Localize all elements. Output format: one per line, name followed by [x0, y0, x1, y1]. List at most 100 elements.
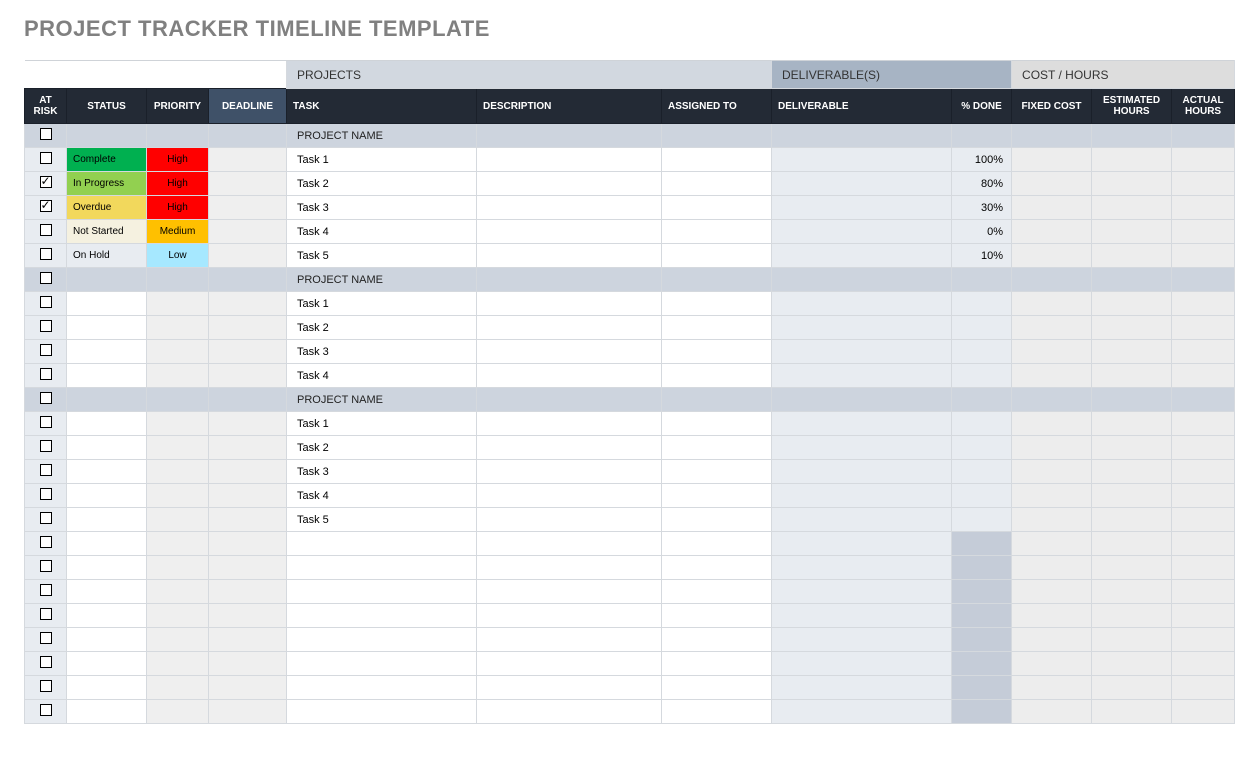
- assigned-cell[interactable]: [662, 508, 772, 532]
- fixed-cost-cell[interactable]: [1012, 436, 1092, 460]
- risk-checkbox[interactable]: [25, 196, 67, 220]
- act-hours-cell[interactable]: [1172, 436, 1235, 460]
- est-hours-cell[interactable]: [1092, 148, 1172, 172]
- status-cell[interactable]: [67, 604, 147, 628]
- description-cell[interactable]: [477, 700, 662, 724]
- deadline-cell[interactable]: [209, 556, 287, 580]
- risk-checkbox[interactable]: [25, 268, 67, 292]
- task-cell[interactable]: Task 2: [287, 316, 477, 340]
- deadline-cell[interactable]: [209, 604, 287, 628]
- risk-checkbox[interactable]: [25, 580, 67, 604]
- deliverable-cell[interactable]: [772, 244, 952, 268]
- deliverable-cell[interactable]: [772, 196, 952, 220]
- done-cell[interactable]: [952, 292, 1012, 316]
- task-cell[interactable]: Task 4: [287, 220, 477, 244]
- task-cell[interactable]: Task 2: [287, 436, 477, 460]
- done-cell[interactable]: [952, 484, 1012, 508]
- deadline-cell[interactable]: [209, 676, 287, 700]
- done-cell[interactable]: 0%: [952, 220, 1012, 244]
- est-hours-cell[interactable]: [1092, 700, 1172, 724]
- deliverable-cell[interactable]: [772, 292, 952, 316]
- deliverable-cell[interactable]: [772, 580, 952, 604]
- description-cell[interactable]: [477, 244, 662, 268]
- risk-checkbox[interactable]: [25, 652, 67, 676]
- deliverable-cell[interactable]: [772, 172, 952, 196]
- priority-cell[interactable]: [147, 556, 209, 580]
- risk-checkbox[interactable]: [25, 532, 67, 556]
- deadline-cell[interactable]: [209, 700, 287, 724]
- assigned-cell[interactable]: [662, 196, 772, 220]
- description-cell[interactable]: [477, 484, 662, 508]
- est-hours-cell[interactable]: [1092, 292, 1172, 316]
- priority-cell[interactable]: High: [147, 148, 209, 172]
- est-hours-cell[interactable]: [1092, 652, 1172, 676]
- priority-cell[interactable]: [147, 292, 209, 316]
- deliverable-cell[interactable]: [772, 556, 952, 580]
- status-cell[interactable]: [67, 556, 147, 580]
- status-cell[interactable]: [67, 532, 147, 556]
- status-cell[interactable]: [67, 292, 147, 316]
- act-hours-cell[interactable]: [1172, 244, 1235, 268]
- task-cell[interactable]: Task 5: [287, 508, 477, 532]
- assigned-cell[interactable]: [662, 364, 772, 388]
- task-cell[interactable]: [287, 628, 477, 652]
- est-hours-cell[interactable]: [1092, 676, 1172, 700]
- est-hours-cell[interactable]: [1092, 460, 1172, 484]
- est-hours-cell[interactable]: [1092, 316, 1172, 340]
- est-hours-cell[interactable]: [1092, 580, 1172, 604]
- description-cell[interactable]: [477, 220, 662, 244]
- risk-checkbox[interactable]: [25, 124, 67, 148]
- deliverable-cell[interactable]: [772, 460, 952, 484]
- risk-checkbox[interactable]: [25, 460, 67, 484]
- fixed-cost-cell[interactable]: [1012, 580, 1092, 604]
- task-cell[interactable]: Task 1: [287, 292, 477, 316]
- deadline-cell[interactable]: [209, 220, 287, 244]
- assigned-cell[interactable]: [662, 700, 772, 724]
- est-hours-cell[interactable]: [1092, 172, 1172, 196]
- assigned-cell[interactable]: [662, 604, 772, 628]
- priority-cell[interactable]: [147, 604, 209, 628]
- assigned-cell[interactable]: [662, 220, 772, 244]
- status-cell[interactable]: In Progress: [67, 172, 147, 196]
- priority-cell[interactable]: [147, 412, 209, 436]
- deliverable-cell[interactable]: [772, 700, 952, 724]
- fixed-cost-cell[interactable]: [1012, 292, 1092, 316]
- status-cell[interactable]: Complete: [67, 148, 147, 172]
- act-hours-cell[interactable]: [1172, 292, 1235, 316]
- task-cell[interactable]: Task 5: [287, 244, 477, 268]
- description-cell[interactable]: [477, 196, 662, 220]
- done-cell[interactable]: [952, 556, 1012, 580]
- task-cell[interactable]: Task 1: [287, 148, 477, 172]
- act-hours-cell[interactable]: [1172, 340, 1235, 364]
- deadline-cell[interactable]: [209, 484, 287, 508]
- done-cell[interactable]: 80%: [952, 172, 1012, 196]
- task-cell[interactable]: Task 1: [287, 412, 477, 436]
- deliverable-cell[interactable]: [772, 676, 952, 700]
- deliverable-cell[interactable]: [772, 148, 952, 172]
- task-cell[interactable]: Task 2: [287, 172, 477, 196]
- status-cell[interactable]: [67, 364, 147, 388]
- done-cell[interactable]: [952, 364, 1012, 388]
- description-cell[interactable]: [477, 436, 662, 460]
- task-cell[interactable]: [287, 676, 477, 700]
- description-cell[interactable]: [477, 292, 662, 316]
- deadline-cell[interactable]: [209, 460, 287, 484]
- priority-cell[interactable]: [147, 316, 209, 340]
- deliverable-cell[interactable]: [772, 628, 952, 652]
- done-cell[interactable]: 10%: [952, 244, 1012, 268]
- fixed-cost-cell[interactable]: [1012, 316, 1092, 340]
- task-cell[interactable]: [287, 604, 477, 628]
- status-cell[interactable]: [67, 484, 147, 508]
- fixed-cost-cell[interactable]: [1012, 364, 1092, 388]
- est-hours-cell[interactable]: [1092, 364, 1172, 388]
- fixed-cost-cell[interactable]: [1012, 700, 1092, 724]
- description-cell[interactable]: [477, 508, 662, 532]
- task-cell[interactable]: [287, 532, 477, 556]
- description-cell[interactable]: [477, 580, 662, 604]
- done-cell[interactable]: [952, 676, 1012, 700]
- status-cell[interactable]: [67, 460, 147, 484]
- deliverable-cell[interactable]: [772, 412, 952, 436]
- assigned-cell[interactable]: [662, 556, 772, 580]
- deliverable-cell[interactable]: [772, 652, 952, 676]
- act-hours-cell[interactable]: [1172, 364, 1235, 388]
